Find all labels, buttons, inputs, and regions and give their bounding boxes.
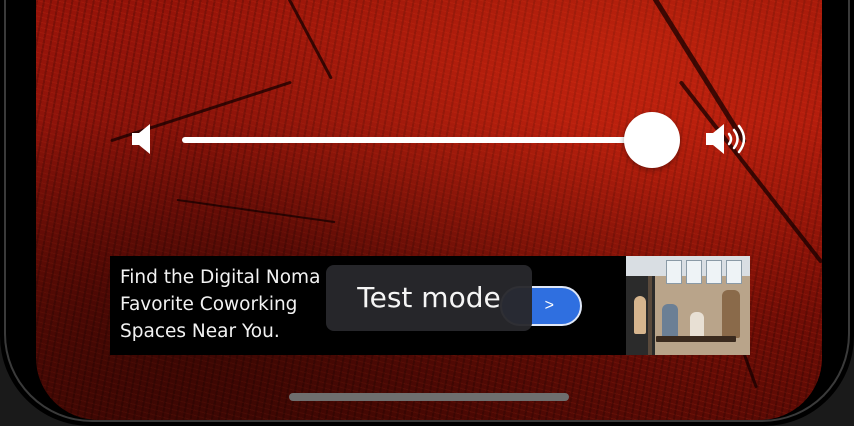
table-shape <box>656 336 736 342</box>
speaker-high-icon[interactable] <box>704 122 752 161</box>
speaker-low-icon[interactable] <box>130 122 154 161</box>
person-shape <box>722 290 740 338</box>
ad-image <box>626 256 750 355</box>
window-shape <box>666 260 682 284</box>
window-shape <box>706 260 722 284</box>
person-shape <box>690 312 704 338</box>
test-mode-toast: Test mode <box>326 265 532 331</box>
volume-slider-thumb[interactable] <box>624 112 681 168</box>
home-indicator[interactable] <box>289 393 569 401</box>
ad-text: Find the Digital Noma Favorite Coworking… <box>120 267 321 342</box>
volume-slider-track[interactable] <box>182 137 662 143</box>
volume-control <box>36 0 822 260</box>
person-shape <box>662 304 678 340</box>
person-shape <box>634 296 646 334</box>
window-shape <box>686 260 702 284</box>
window-shape <box>726 260 742 284</box>
video-screen[interactable]: Find the Digital Noma Favorite Coworking… <box>36 0 822 420</box>
